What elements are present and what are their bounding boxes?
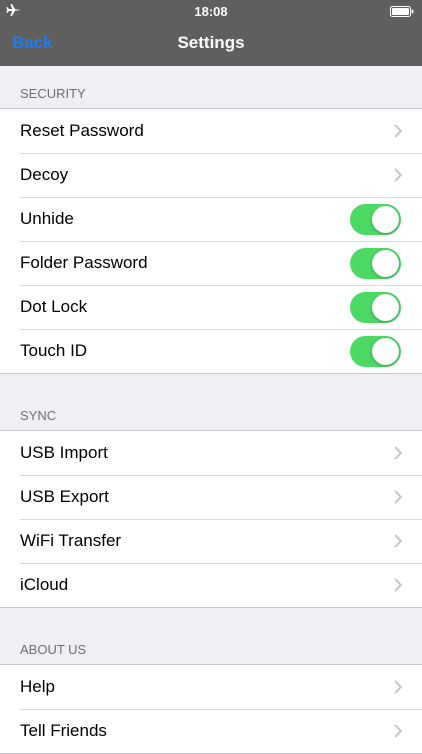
row-label: Decoy xyxy=(20,165,69,184)
row-label: Reset Password xyxy=(20,121,144,140)
row-tell-friends[interactable]: Tell Friends xyxy=(0,709,422,753)
about-group: Help Tell Friends xyxy=(0,664,422,754)
chevron-right-icon xyxy=(394,724,402,738)
row-label: Folder Password xyxy=(20,253,148,272)
section-header-about-us: ABOUT US xyxy=(20,642,87,657)
row-label: Unhide xyxy=(20,209,74,228)
row-label: Help xyxy=(20,677,55,696)
navigation-bar: Back Settings xyxy=(0,22,422,66)
toggle-knob xyxy=(372,206,399,233)
status-time: 18:08 xyxy=(194,4,228,19)
toggle-knob xyxy=(372,294,399,321)
row-label: Dot Lock xyxy=(20,297,88,316)
row-dot-lock: Dot Lock xyxy=(0,285,422,329)
touch-id-toggle[interactable] xyxy=(350,336,401,367)
row-usb-export[interactable]: USB Export xyxy=(0,475,422,519)
chevron-right-icon xyxy=(394,168,402,182)
row-touch-id: Touch ID xyxy=(0,329,422,373)
section-header-security: SECURITY xyxy=(20,86,86,101)
section-header-sync: SYNC xyxy=(20,408,57,423)
row-help[interactable]: Help xyxy=(0,665,422,709)
chevron-right-icon xyxy=(394,490,402,504)
row-unhide: Unhide xyxy=(0,197,422,241)
chevron-right-icon xyxy=(394,124,402,138)
battery-icon xyxy=(390,6,414,17)
sync-group: USB Import USB Export WiFi Transfer iClo… xyxy=(0,430,422,608)
row-label: USB Import xyxy=(20,443,108,462)
row-folder-password: Folder Password xyxy=(0,241,422,285)
row-label: WiFi Transfer xyxy=(20,531,122,550)
row-label: USB Export xyxy=(20,487,109,506)
chevron-right-icon xyxy=(394,680,402,694)
page-title: Settings xyxy=(177,33,245,52)
settings-list: SECURITY Reset Password Decoy Unhide Fol… xyxy=(0,66,422,754)
row-usb-import[interactable]: USB Import xyxy=(0,431,422,475)
toggle-knob xyxy=(372,338,399,365)
folder-password-toggle[interactable] xyxy=(350,248,401,279)
row-decoy[interactable]: Decoy xyxy=(0,153,422,197)
unhide-toggle[interactable] xyxy=(350,204,401,235)
row-label: Touch ID xyxy=(20,341,88,360)
chevron-right-icon xyxy=(394,446,402,460)
row-label: iCloud xyxy=(20,575,69,594)
status-bar: 18:08 xyxy=(0,0,422,22)
dot-lock-toggle[interactable] xyxy=(350,292,401,323)
security-group: Reset Password Decoy Unhide Folder Passw… xyxy=(0,108,422,374)
toggle-knob xyxy=(372,250,399,277)
chevron-right-icon xyxy=(394,578,402,592)
row-label: Tell Friends xyxy=(20,721,107,740)
chevron-right-icon xyxy=(394,534,402,548)
row-icloud[interactable]: iCloud xyxy=(0,563,422,607)
row-wifi-transfer[interactable]: WiFi Transfer xyxy=(0,519,422,563)
row-reset-password[interactable]: Reset Password xyxy=(0,109,422,153)
